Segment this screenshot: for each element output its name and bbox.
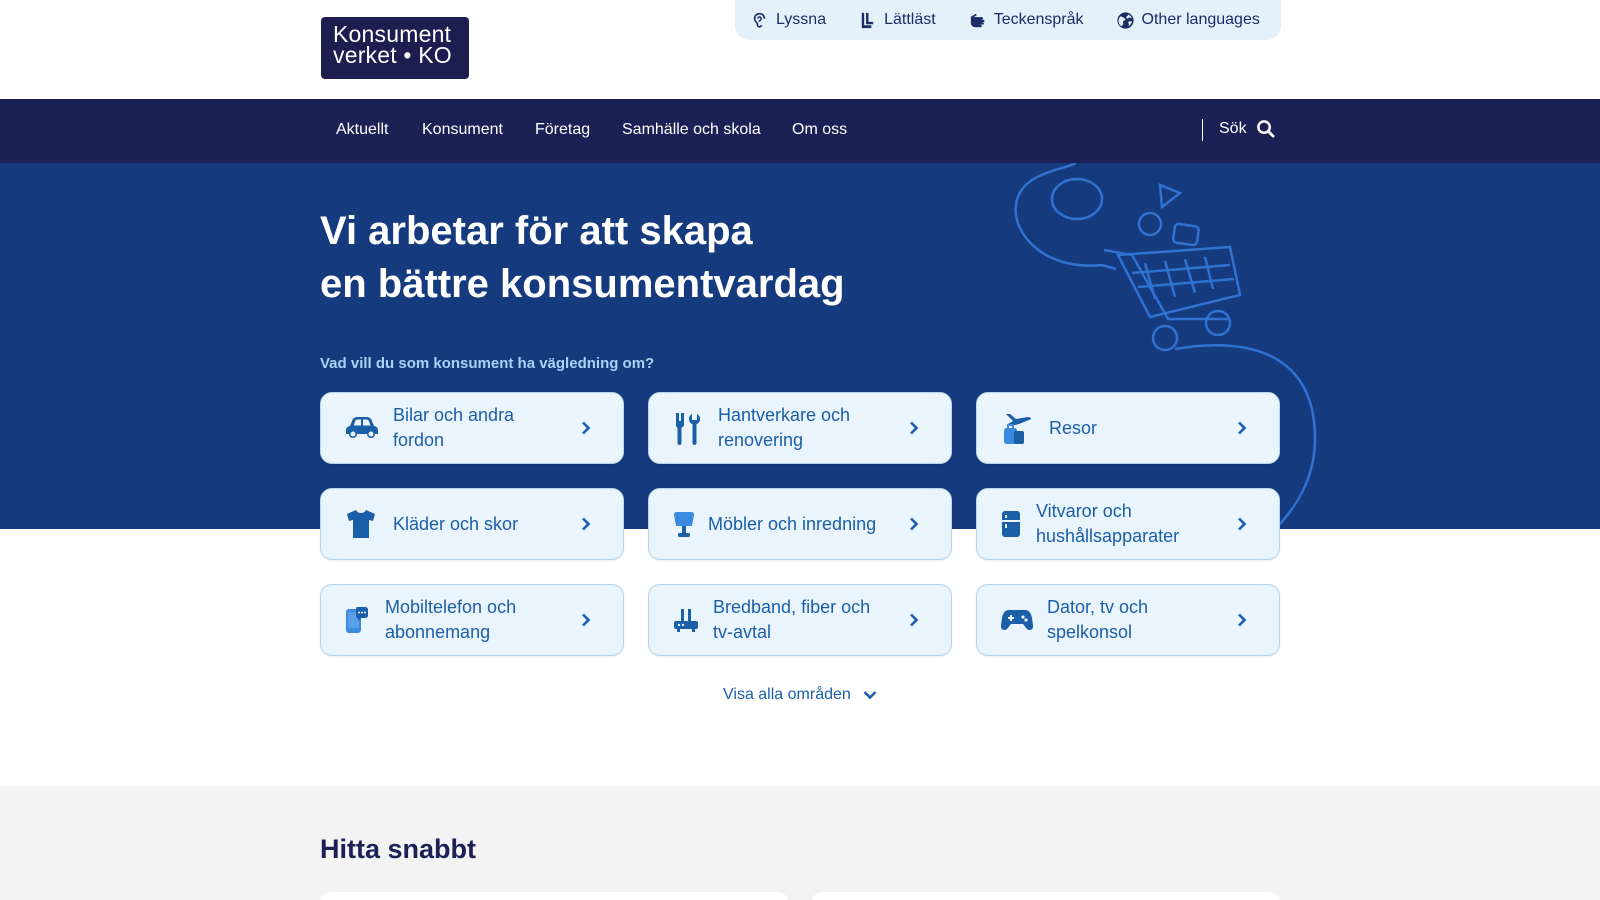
chevron-right-icon (1238, 517, 1247, 531)
nav-item-foretag[interactable]: Företag (535, 121, 590, 139)
category-card-mobiltelefon[interactable]: Mobiltelefon och abonnemang (320, 584, 624, 656)
card-label: Vitvaror och hushållsapparater (1036, 499, 1179, 549)
chevron-right-icon (910, 517, 919, 531)
card-label: Bilar och andra fordon (393, 403, 514, 453)
quick-links-section: Hitta snabbt (0, 786, 1600, 900)
quick-link-card[interactable] (812, 892, 1280, 900)
accessibility-bar: Lyssna Lättläst Teckenspråk Other langua… (735, 0, 1281, 40)
category-card-mobler[interactable]: Möbler och inredning (648, 488, 952, 560)
category-card-dator[interactable]: Dator, tv och spelkonsol (976, 584, 1280, 656)
listen-link[interactable]: Lyssna (750, 11, 826, 30)
chevron-right-icon (1238, 613, 1247, 627)
sign-language-icon (970, 13, 985, 27)
card-label-line1: Mobiltelefon och (385, 597, 517, 617)
logo-line2: verket • KO (333, 42, 452, 68)
hero-title-line1: Vi arbetar för att skapa (320, 209, 753, 253)
easy-read-link[interactable]: Lättläst (858, 11, 936, 30)
phone-icon (345, 606, 369, 634)
sign-language-link[interactable]: Teckenspråk (968, 11, 1084, 30)
chevron-right-icon (582, 517, 591, 531)
card-label-line2: spelkonsol (1047, 622, 1133, 642)
quick-link-card[interactable] (320, 892, 788, 900)
tools-icon (673, 411, 703, 445)
other-languages-link[interactable]: Other languages (1116, 11, 1260, 30)
category-card-bredband[interactable]: Bredband, fiber och tv-avtal (648, 584, 952, 656)
other-languages-label: Other languages (1141, 11, 1260, 28)
chevron-right-icon (910, 613, 919, 627)
search-label: Sök (1219, 119, 1247, 137)
sign-language-label: Teckenspråk (993, 11, 1084, 28)
card-label-line2: fordon (393, 430, 445, 450)
card-label-line1: Dator, tv och (1047, 597, 1149, 617)
hero-section: Vi arbetar för att skapa en bättre konsu… (0, 163, 1600, 529)
card-label: Möbler och inredning (708, 514, 877, 534)
car-icon (345, 415, 379, 441)
nav-item-konsument[interactable]: Konsument (422, 121, 503, 139)
konsumentverket-logo[interactable]: Konsument verket • KO (321, 17, 469, 79)
card-label: Mobiltelefon och abonnemang (385, 595, 516, 645)
search-button[interactable]: Sök (1219, 119, 1275, 138)
nav-item-om-oss[interactable]: Om oss (792, 121, 847, 139)
category-card-resor[interactable]: Resor (976, 392, 1280, 464)
fridge-icon (1001, 510, 1021, 538)
nav-divider (1202, 119, 1203, 141)
hero-title: Vi arbetar för att skapa en bättre konsu… (320, 205, 845, 311)
card-label-line2: renovering (718, 430, 804, 450)
hero-subtitle: Vad vill du som konsument ha vägledning … (320, 355, 655, 372)
chevron-right-icon (582, 421, 591, 435)
site-header: Konsument verket • KO Lyssna Lättläst Te… (0, 0, 1600, 99)
card-label-line2: tv-avtal (713, 622, 772, 642)
tshirt-icon (345, 508, 377, 540)
category-card-bilar[interactable]: Bilar och andra fordon (320, 392, 624, 464)
card-label: Bredband, fiber och tv-avtal (713, 595, 870, 645)
category-card-hantverkare[interactable]: Hantverkare och renovering (648, 392, 952, 464)
card-label-line1: Bilar och andra (393, 405, 515, 425)
hero-title-line2: en bättre konsumentvardag (320, 262, 845, 306)
lamp-icon (673, 510, 695, 538)
show-all-areas-button[interactable]: Visa alla områden (723, 686, 877, 704)
router-icon (673, 607, 699, 633)
chevron-right-icon (582, 613, 591, 627)
listen-label: Lyssna (776, 11, 827, 28)
ear-icon (753, 12, 766, 28)
category-card-vitvaror[interactable]: Vitvaror och hushållsapparater (976, 488, 1280, 560)
card-label: Kläder och skor (393, 514, 519, 534)
card-label-line1: Hantverkare och (718, 405, 851, 425)
globe-icon (1116, 11, 1134, 29)
gamepad-icon (1001, 608, 1033, 632)
card-label: Hantverkare och renovering (718, 403, 850, 453)
travel-icon (1001, 411, 1035, 445)
card-label-line2: abonnemang (385, 622, 491, 642)
category-card-klader[interactable]: Kläder och skor (320, 488, 624, 560)
card-label-line1: Vitvaror och (1036, 501, 1132, 521)
main-navigation: Aktuellt Konsument Företag Samhälle och … (0, 99, 1600, 163)
card-label-line2: hushållsapparater (1036, 526, 1180, 546)
chevron-right-icon (1238, 421, 1247, 435)
easy-read-icon (861, 12, 874, 28)
nav-item-aktuellt[interactable]: Aktuellt (336, 121, 388, 139)
card-label: Resor (1049, 418, 1098, 438)
card-label-line1: Bredband, fiber och (713, 597, 871, 617)
show-all-label: Visa alla områden (723, 686, 851, 703)
search-icon (1256, 120, 1275, 138)
chevron-down-icon (863, 691, 877, 700)
chevron-right-icon (910, 421, 919, 435)
easy-read-label: Lättläst (884, 11, 936, 28)
nav-item-samhalle-och-skola[interactable]: Samhälle och skola (622, 121, 761, 139)
quick-links-title: Hitta snabbt (320, 834, 477, 864)
shopping-cart-illustration (1014, 163, 1317, 529)
card-label: Dator, tv och spelkonsol (1047, 595, 1148, 645)
